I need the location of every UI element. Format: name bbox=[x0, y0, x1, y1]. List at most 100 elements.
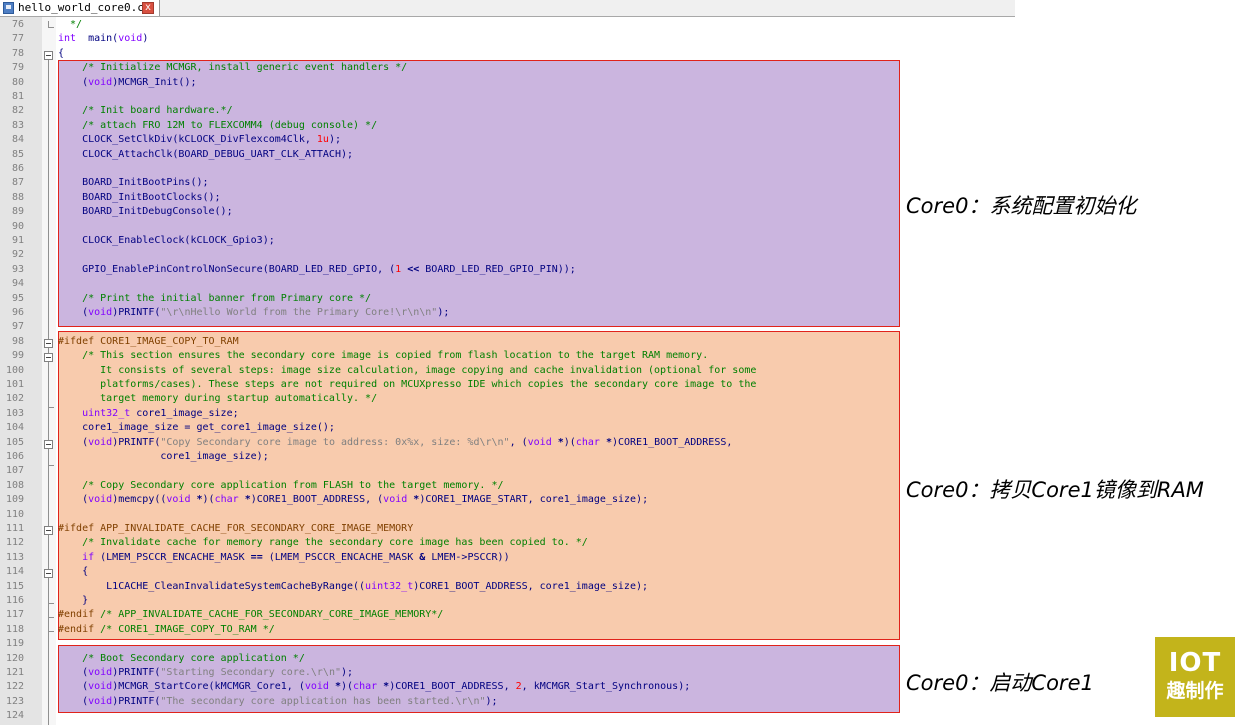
code-line: (void)PRINTF("Starting Secondary core.\r… bbox=[58, 666, 353, 680]
code-token: )CORE1_BOOT_ADDRESS, ( bbox=[250, 494, 384, 506]
code-line: { bbox=[58, 565, 88, 579]
fold-margin bbox=[42, 17, 56, 725]
fold-collapse-icon[interactable] bbox=[44, 526, 53, 535]
code-token: )MCMGR_Init(); bbox=[112, 76, 197, 88]
code-line: (void)PRINTF("\r\nHello World from the P… bbox=[58, 306, 449, 320]
line-number: 98 bbox=[11, 335, 24, 347]
code-token: ( bbox=[58, 307, 89, 318]
code-line: /* This section ensures the secondary co… bbox=[58, 349, 708, 363]
line-number: 124 bbox=[5, 710, 24, 722]
line-number: 100 bbox=[5, 364, 24, 376]
line-number: 105 bbox=[5, 436, 24, 448]
code-token: GPIO_EnablePinControlNonSecure(BOARD_LED… bbox=[58, 263, 396, 275]
code-token: void bbox=[88, 667, 113, 678]
code-token: )MCMGR_StartCore(kMCMGR_Core1, ( bbox=[112, 681, 305, 693]
fold-collapse-icon[interactable] bbox=[44, 569, 53, 578]
tab-filename: hello_world_core0.c bbox=[18, 1, 144, 14]
code-token: CLOCK_EnableClock(kCLOCK_Gpio3); bbox=[58, 235, 275, 246]
code-token: )CORE1_BOOT_ADDRESS, bbox=[611, 436, 733, 448]
code-token: core1_image_size; bbox=[130, 407, 239, 419]
code-token: /* CORE1_IMAGE_COPY_TO_RAM */ bbox=[94, 623, 275, 635]
code-token: )( bbox=[563, 436, 576, 448]
code-token: /* Init board hardware.*/ bbox=[58, 105, 233, 117]
code-line: (void)MCMGR_Init(); bbox=[58, 76, 197, 90]
code-token: )CORE1_BOOT_ADDRESS, core1_image_size); bbox=[413, 580, 649, 592]
code-line: */ bbox=[58, 18, 82, 32]
line-number: 88 bbox=[11, 191, 24, 203]
code-token: if bbox=[58, 551, 95, 563]
line-number: 122 bbox=[5, 681, 24, 693]
code-line: L1CACHE_CleanInvalidateSystemCacheByRang… bbox=[58, 580, 648, 594]
code-line: target memory during startup automatical… bbox=[58, 392, 377, 406]
fold-guide bbox=[48, 407, 54, 408]
code-token: BOARD_LED_RED_GPIO_PIN)); bbox=[425, 263, 576, 275]
code-token: void bbox=[88, 76, 113, 88]
code-token: * bbox=[407, 494, 420, 506]
line-number: 99 bbox=[11, 350, 24, 362]
code-token: )PRINTF( bbox=[112, 667, 161, 678]
fold-collapse-icon[interactable] bbox=[44, 353, 53, 362]
fold-collapse-icon[interactable] bbox=[44, 440, 53, 449]
code-token: * bbox=[238, 494, 251, 506]
line-number: 103 bbox=[5, 407, 24, 419]
code-token: "Copy Secondary core image to address: 0… bbox=[160, 436, 510, 448]
line-number: 102 bbox=[5, 393, 24, 405]
line-number: 92 bbox=[11, 249, 24, 261]
fold-guide bbox=[48, 631, 54, 632]
code-line: CLOCK_EnableClock(kCLOCK_Gpio3); bbox=[58, 234, 275, 248]
code-token: )memcpy(( bbox=[112, 494, 167, 506]
fold-collapse-icon[interactable] bbox=[44, 339, 53, 348]
code-line: (void)MCMGR_StartCore(kMCMGR_Core1, (voi… bbox=[58, 680, 690, 694]
close-tab-icon[interactable]: x bbox=[142, 2, 154, 14]
line-number: 79 bbox=[11, 62, 24, 74]
code-token: ) bbox=[142, 33, 149, 45]
code-token: BOARD_InitBootClocks(); bbox=[58, 191, 221, 203]
code-line: core1_image_size = get_core1_image_size(… bbox=[58, 421, 335, 435]
line-number: 76 bbox=[11, 19, 24, 30]
code-token: uint32_t bbox=[58, 407, 131, 419]
code-token: void bbox=[88, 494, 113, 506]
code-token: void bbox=[166, 494, 191, 506]
line-number: 123 bbox=[5, 695, 24, 707]
file-tab[interactable]: hello_world_core0.c x bbox=[0, 0, 160, 16]
fold-collapse-icon[interactable] bbox=[44, 51, 53, 60]
code-line: /* Print the initial banner from Primary… bbox=[58, 292, 371, 306]
code-token: , ( bbox=[509, 436, 528, 448]
fold-guide bbox=[48, 603, 54, 604]
code-line: /* Invalidate cache for memory range the… bbox=[58, 536, 588, 550]
code-token: #endif bbox=[58, 609, 95, 621]
code-token: << bbox=[401, 263, 426, 275]
code-token: * bbox=[551, 436, 564, 448]
code-token: "\r\nHello World from the Primary Core!\… bbox=[160, 307, 438, 318]
fold-guide bbox=[48, 465, 54, 466]
line-number: 85 bbox=[11, 148, 24, 160]
code-line: #endif /* CORE1_IMAGE_COPY_TO_RAM */ bbox=[58, 623, 275, 637]
code-token: { bbox=[58, 47, 65, 59]
code-token: { bbox=[58, 566, 89, 578]
line-number: 111 bbox=[5, 523, 24, 534]
line-number: 86 bbox=[11, 163, 24, 174]
code-token: } bbox=[58, 595, 89, 606]
code-token: ( bbox=[58, 76, 89, 88]
code-line: BOARD_InitBootClocks(); bbox=[58, 191, 221, 205]
code-token: uint32_t bbox=[365, 580, 414, 592]
code-token: /* APP_INVALIDATE_CACHE_FOR_SECONDARY_CO… bbox=[94, 609, 444, 621]
code-line: CLOCK_SetClkDiv(kCLOCK_DivFlexcom4Clk, 1… bbox=[58, 133, 341, 147]
code-token: It consists of several steps: image size… bbox=[58, 364, 757, 376]
line-number: 113 bbox=[5, 551, 24, 563]
line-number: 83 bbox=[11, 119, 24, 131]
code-token: ( bbox=[58, 667, 89, 678]
line-number: 120 bbox=[5, 652, 24, 664]
code-token: void bbox=[383, 494, 408, 506]
code-line: It consists of several steps: image size… bbox=[58, 364, 756, 378]
code-token: CLOCK_SetClkDiv(kCLOCK_DivFlexcom4Clk, bbox=[58, 134, 317, 146]
code-editor[interactable]: 76 */77 int main(void) 78{79 /* Initialize… bbox=[0, 17, 1015, 725]
code-line: { bbox=[58, 47, 64, 61]
line-number: 89 bbox=[11, 206, 24, 218]
code-token: char bbox=[575, 436, 600, 448]
line-number: 104 bbox=[5, 422, 24, 434]
logo-line1: IOT bbox=[1168, 648, 1222, 678]
code-token: #endif bbox=[58, 623, 95, 635]
code-line: /* Boot Secondary core application */ bbox=[58, 652, 305, 666]
code-line: (void)PRINTF("The secondary core applica… bbox=[58, 695, 497, 709]
